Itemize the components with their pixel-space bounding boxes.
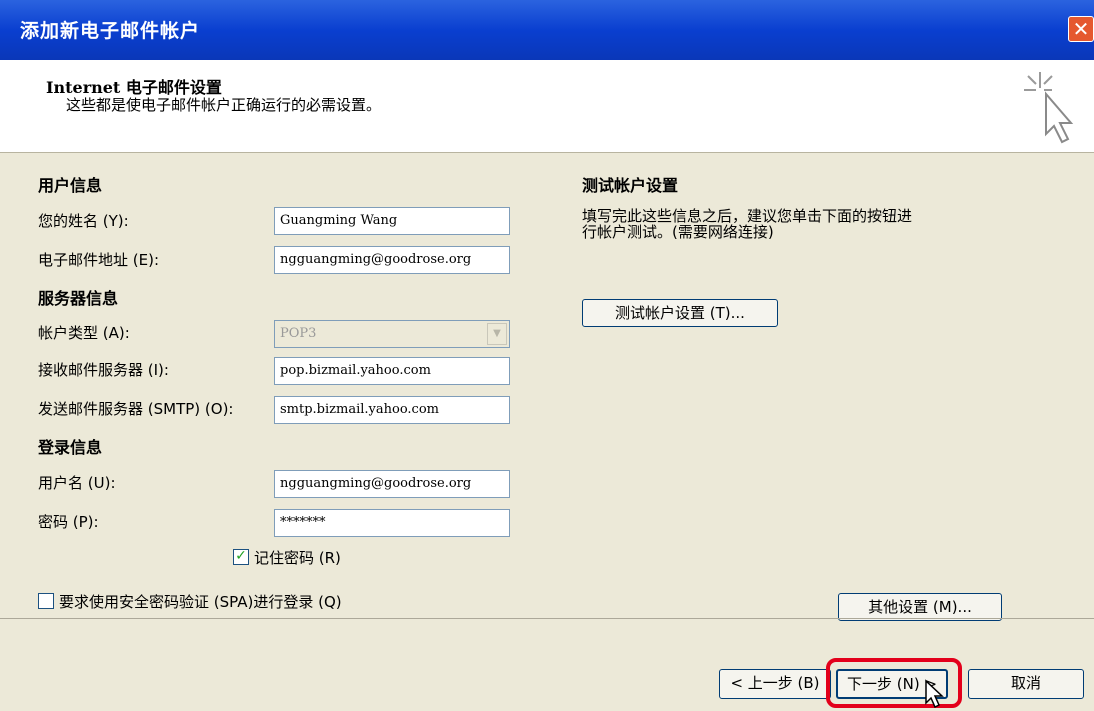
- user-info-heading: 用户信息: [38, 176, 103, 195]
- cursor-sparkle-icon: [1024, 72, 1074, 144]
- username-label: 用户名 (U):: [38, 474, 116, 492]
- password-input[interactable]: *******: [274, 509, 510, 537]
- email-input[interactable]: ngguangming@goodrose.org: [274, 246, 510, 274]
- account-type-select: POP3 ▼: [274, 320, 510, 348]
- remember-password-label: 记住密码 (R): [254, 549, 341, 567]
- window-title: 添加新电子邮件帐户: [20, 20, 201, 42]
- name-input[interactable]: Guangming Wang: [274, 207, 510, 235]
- incoming-server-input[interactable]: pop.bizmail.yahoo.com: [274, 357, 510, 385]
- account-type-value: POP3: [280, 326, 317, 341]
- footer-divider: [0, 618, 1094, 619]
- test-settings-description: 填写完此这些信息之后，建议您单击下面的按钮进 行帐户测试。(需要网络连接): [582, 208, 912, 240]
- outgoing-server-label: 发送邮件服务器 (SMTP) (O):: [38, 400, 234, 418]
- more-settings-button[interactable]: 其他设置 (M)...: [838, 593, 1002, 621]
- cancel-button[interactable]: 取消: [968, 669, 1084, 699]
- username-input[interactable]: ngguangming@goodrose.org: [274, 470, 510, 498]
- test-description-line2: 行帐户测试。(需要网络连接): [582, 223, 774, 241]
- remember-password-checkbox[interactable]: ✓: [233, 549, 249, 565]
- dialog-header: Internet 电子邮件设置 这些都是使电子邮件帐户正确运行的必需设置。: [0, 60, 1094, 153]
- email-label: 电子邮件地址 (E):: [38, 251, 160, 269]
- close-button[interactable]: ✕: [1068, 16, 1094, 42]
- mouse-pointer-icon: [925, 679, 944, 709]
- spa-checkbox[interactable]: [38, 593, 54, 609]
- test-description-line1: 填写完此这些信息之后，建议您单击下面的按钮进: [582, 207, 913, 225]
- password-label: 密码 (P):: [38, 513, 99, 531]
- title-bar: 添加新电子邮件帐户 ✕: [0, 0, 1094, 60]
- spa-label: 要求使用安全密码验证 (SPA)进行登录 (Q): [59, 593, 342, 611]
- header-subtitle: 这些都是使电子邮件帐户正确运行的必需设置。: [66, 96, 382, 114]
- login-info-heading: 登录信息: [38, 438, 103, 457]
- server-info-heading: 服务器信息: [38, 289, 119, 308]
- outgoing-server-input[interactable]: smtp.bizmail.yahoo.com: [274, 396, 510, 424]
- chevron-down-icon: ▼: [487, 323, 507, 345]
- test-settings-heading: 测试帐户设置: [582, 176, 679, 195]
- account-type-label: 帐户类型 (A):: [38, 324, 130, 342]
- name-label: 您的姓名 (Y):: [38, 212, 129, 230]
- incoming-server-label: 接收邮件服务器 (I):: [38, 361, 169, 379]
- back-button[interactable]: < 上一步 (B): [719, 669, 831, 699]
- test-account-settings-button[interactable]: 测试帐户设置 (T)...: [582, 299, 778, 327]
